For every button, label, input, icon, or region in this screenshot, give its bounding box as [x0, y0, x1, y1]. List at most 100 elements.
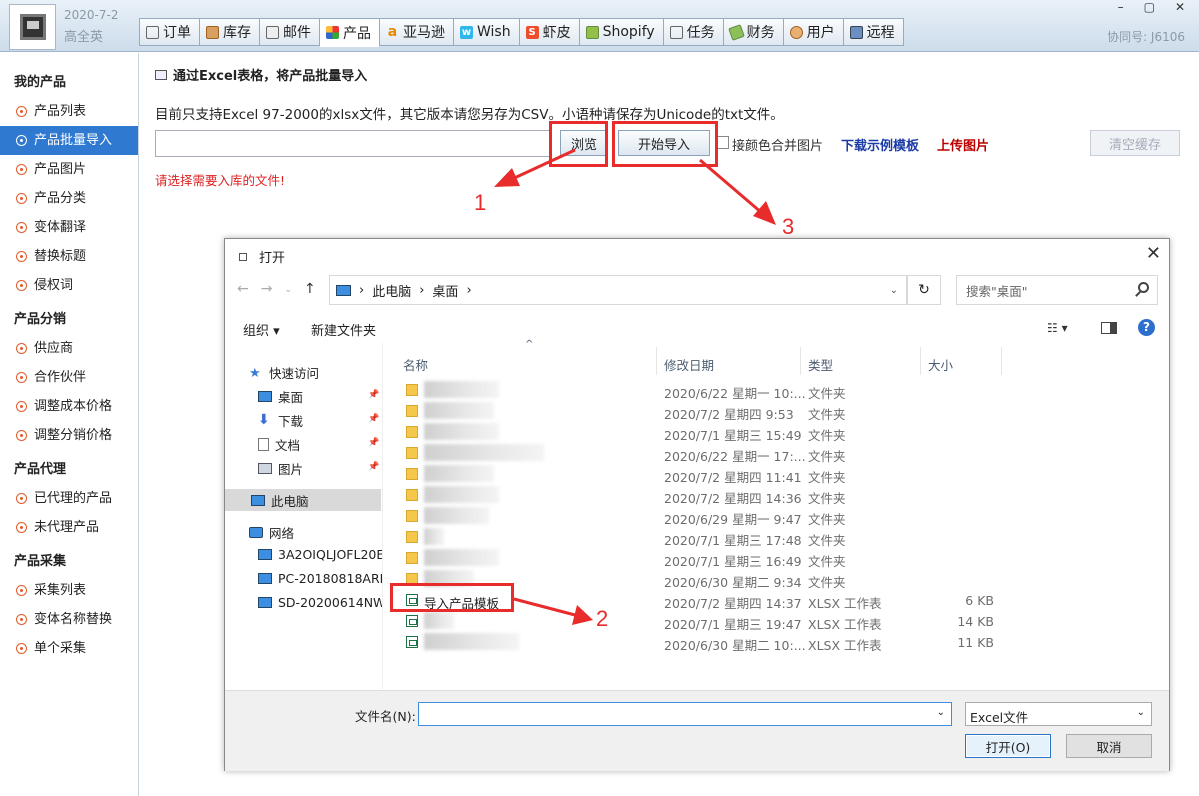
- tab-0[interactable]: 订单: [139, 18, 200, 46]
- bullet-icon: [16, 614, 27, 625]
- filetype-select[interactable]: Excel文件 ⌄: [965, 702, 1152, 726]
- navigation-pane: ★ 快速访问 桌面 📌 ⬇ 下载 📌 文档 📌 图片 📌 此电脑 网络 3A2OIQ…: [225, 343, 383, 689]
- sidebar-item[interactable]: 单个采集: [0, 634, 138, 663]
- sidebar-item[interactable]: 调整分销价格: [0, 421, 138, 450]
- up-icon[interactable]: ↑: [304, 281, 316, 297]
- address-bar[interactable]: › 此电脑 › 桌面 › ⌄: [329, 275, 907, 305]
- file-row[interactable]: 2020/6/22 星期一 10:... 文件夹: [386, 380, 1169, 401]
- nav-documents[interactable]: 文档: [258, 435, 300, 454]
- filename-input[interactable]: ⌄: [418, 702, 952, 726]
- chevron-down-icon[interactable]: ⌄: [937, 707, 945, 718]
- file-row[interactable]: 2020/7/2 星期四 9:53 文件夹: [386, 401, 1169, 422]
- file-row[interactable]: 2020/6/30 星期二 10:... XLSX 工作表 11 KB: [386, 632, 1169, 653]
- tab-2[interactable]: 邮件: [260, 18, 320, 46]
- sidebar-item[interactable]: 替换标题: [0, 242, 138, 271]
- nav-pictures[interactable]: 图片: [258, 459, 303, 478]
- sidebar-item[interactable]: 未代理产品: [0, 513, 138, 542]
- document-icon: [258, 438, 269, 451]
- sidebar-item[interactable]: 产品批量导入: [0, 126, 138, 155]
- open-button[interactable]: 打开(O): [965, 734, 1051, 758]
- file-row[interactable]: 2020/7/1 星期三 19:47 XLSX 工作表 14 KB: [386, 611, 1169, 632]
- file-path-input[interactable]: [155, 130, 551, 157]
- file-date: 2020/7/2 星期四 9:53: [664, 407, 794, 422]
- computer-icon: [336, 284, 351, 296]
- recent-dropdown-icon[interactable]: ⌄: [284, 285, 292, 297]
- sidebar-item[interactable]: 供应商: [0, 334, 138, 363]
- sidebar-item[interactable]: 变体翻译: [0, 213, 138, 242]
- address-dropdown-icon[interactable]: ⌄: [890, 285, 898, 296]
- upload-image-link[interactable]: 上传图片: [937, 135, 989, 154]
- dialog-close-button[interactable]: ✕: [1146, 243, 1161, 264]
- tab-4[interactable]: a 亚马逊: [380, 18, 454, 46]
- tab-8[interactable]: 任务: [663, 18, 724, 46]
- file-date: 2020/7/2 星期四 11:41: [664, 470, 802, 485]
- file-row[interactable]: 2020/7/1 星期三 16:49 文件夹: [386, 548, 1169, 569]
- forward-icon[interactable]: →: [261, 281, 273, 297]
- cancel-button[interactable]: 取消: [1066, 734, 1152, 758]
- file-row[interactable]: 2020/7/2 星期四 11:41 文件夹: [386, 464, 1169, 485]
- back-icon[interactable]: ←: [237, 281, 249, 297]
- file-type: 文件夹: [808, 533, 846, 548]
- nav-this-pc-label: 此电脑: [271, 493, 309, 509]
- sidebar-item[interactable]: 已代理的产品: [0, 484, 138, 513]
- sidebar-item[interactable]: 产品列表: [0, 97, 138, 126]
- organize-menu[interactable]: 组织 ▾: [243, 320, 280, 339]
- file-row[interactable]: 2020/7/2 星期四 14:36 文件夹: [386, 485, 1169, 506]
- nav-this-pc[interactable]: 此电脑: [225, 489, 381, 511]
- sidebar-item[interactable]: 产品图片: [0, 155, 138, 184]
- tab-3[interactable]: 产品: [320, 18, 380, 47]
- select-file-hint: 请选择需要入库的文件!: [155, 173, 286, 188]
- help-icon[interactable]: ?: [1138, 319, 1155, 336]
- preview-pane-icon[interactable]: [1101, 322, 1117, 334]
- nav-quick-access[interactable]: ★ 快速访问: [249, 363, 319, 382]
- nav-quick-access-label: 快速访问: [269, 366, 320, 381]
- tab-7[interactable]: Shopify: [579, 18, 664, 46]
- nav-host[interactable]: SD-20200614NWL: [258, 595, 382, 610]
- minimize-button[interactable]: –: [1118, 0, 1124, 14]
- column-header-type[interactable]: 类型: [808, 355, 833, 374]
- folder-icon: [406, 489, 418, 501]
- view-options-icon[interactable]: ☷ ▾: [1047, 321, 1068, 335]
- maximize-button[interactable]: ▢: [1144, 0, 1155, 14]
- mail-icon: [266, 25, 279, 39]
- nav-network[interactable]: 网络: [249, 523, 294, 542]
- tab-5[interactable]: w Wish: [454, 18, 520, 46]
- nav-host[interactable]: 3A2OIQLJOFL20EU: [258, 547, 382, 562]
- column-header-name[interactable]: 名称: [403, 355, 428, 374]
- tab-label: 库存: [223, 25, 251, 41]
- new-folder-button[interactable]: 新建文件夹: [311, 320, 376, 339]
- tab-6[interactable]: S 虾皮: [519, 18, 580, 46]
- sidebar-item[interactable]: 调整成本价格: [0, 392, 138, 421]
- sidebar-item[interactable]: 采集列表: [0, 576, 138, 605]
- nav-desktop[interactable]: 桌面: [258, 387, 303, 406]
- chevron-down-icon: ⌄: [1136, 707, 1145, 718]
- sidebar-item[interactable]: 侵权词: [0, 271, 138, 300]
- blurred-filename: [424, 612, 454, 629]
- filename-label: 文件名(N):: [355, 709, 416, 724]
- tab-label: Shopify: [602, 24, 655, 40]
- sidebar-item[interactable]: 产品分类: [0, 184, 138, 213]
- breadcrumb-desktop[interactable]: 桌面: [432, 281, 458, 300]
- file-row[interactable]: 2020/7/1 星期三 15:49 文件夹: [386, 422, 1169, 443]
- title-bar: 2020-7-2 高全英 订单 库存 邮件 产品 a 亚马逊 w Wish S 虾皮 Shopify…: [0, 0, 1199, 52]
- refresh-button[interactable]: ↻: [907, 275, 941, 305]
- sidebar-item[interactable]: 合作伙伴: [0, 363, 138, 392]
- file-row[interactable]: 2020/6/29 星期一 9:47 文件夹: [386, 506, 1169, 527]
- close-window-button[interactable]: ✕: [1175, 0, 1185, 14]
- breadcrumb-this-pc[interactable]: 此电脑: [372, 281, 411, 300]
- tab-10[interactable]: 用户: [783, 18, 844, 46]
- column-header-date[interactable]: 修改日期: [664, 355, 714, 374]
- download-template-link[interactable]: 下载示例模板: [841, 135, 919, 154]
- sidebar-item[interactable]: 变体名称替换: [0, 605, 138, 634]
- nav-host[interactable]: PC-20180818ARRQ: [258, 571, 382, 586]
- tab-1[interactable]: 库存: [200, 18, 260, 46]
- tab-11[interactable]: 远程: [843, 18, 904, 46]
- column-header-size[interactable]: 大小: [928, 355, 953, 374]
- tab-9[interactable]: 财务: [723, 18, 784, 46]
- file-row[interactable]: 2020/7/1 星期三 17:48 文件夹: [386, 527, 1169, 548]
- clear-cache-button[interactable]: 清空缓存: [1090, 130, 1180, 156]
- nav-downloads[interactable]: ⬇ 下载: [258, 411, 303, 430]
- bullet-icon: [16, 643, 27, 654]
- file-row[interactable]: 2020/6/22 星期一 17:... 文件夹: [386, 443, 1169, 464]
- search-input[interactable]: 搜索"桌面": [956, 275, 1158, 305]
